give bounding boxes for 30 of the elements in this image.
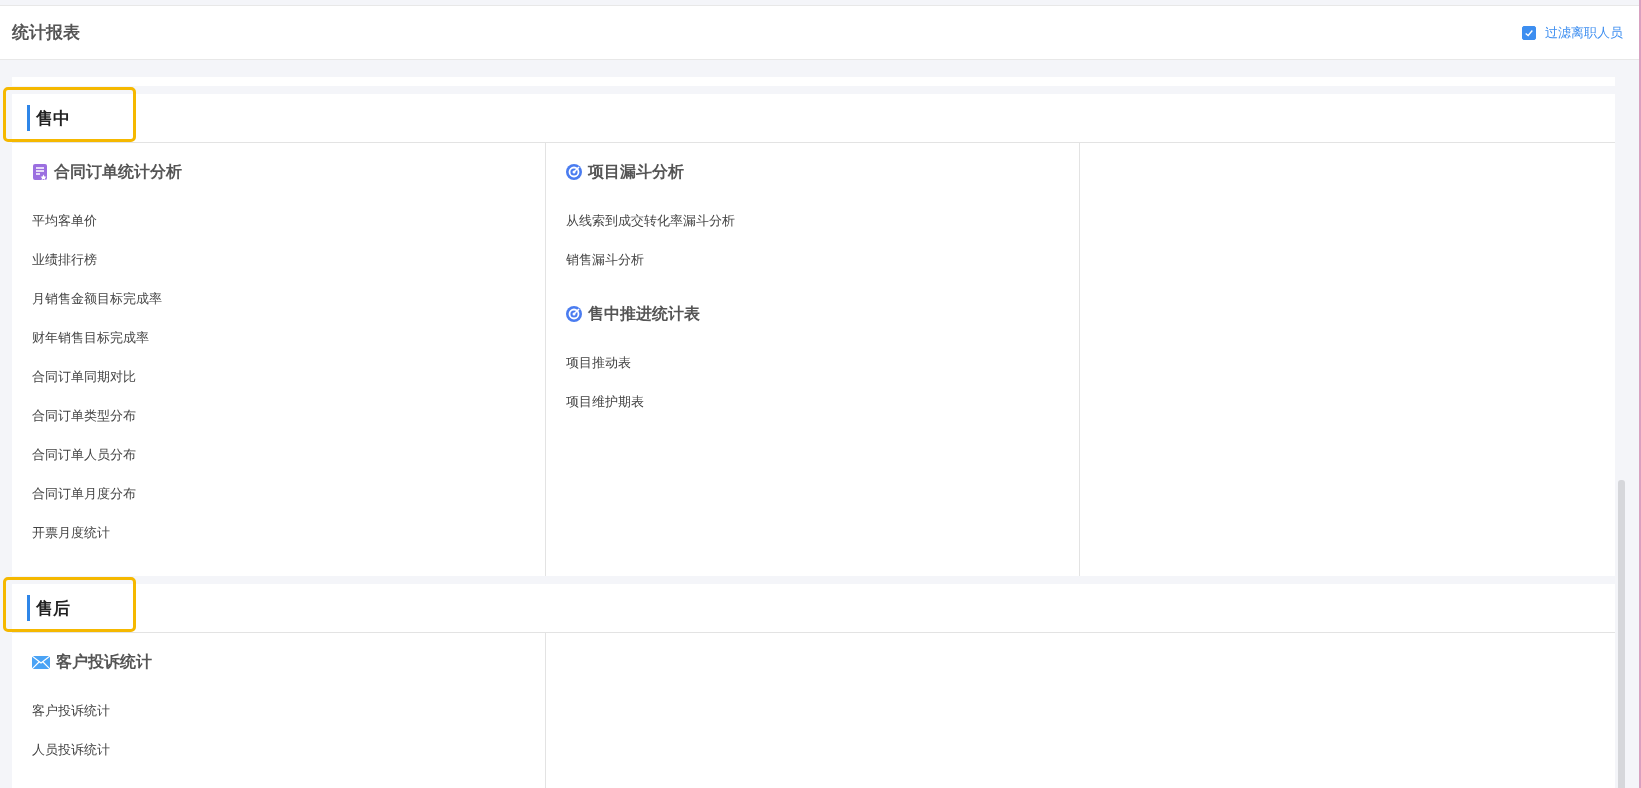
report-link[interactable]: 合同订单月度分布: [32, 474, 136, 513]
mail-icon: [32, 655, 50, 669]
filter-checkbox[interactable]: 过滤离职人员: [1522, 23, 1623, 42]
report-link[interactable]: 销售漏斗分析: [566, 240, 644, 279]
report-link[interactable]: 月销售金额目标完成率: [32, 279, 162, 318]
report-link[interactable]: 项目推动表: [566, 343, 631, 382]
target-icon: [566, 164, 582, 180]
report-link[interactable]: 从线索到成交转化率漏斗分析: [566, 201, 735, 240]
group-title: 项目漏斗分析: [588, 161, 684, 183]
report-link[interactable]: 人员投诉统计: [32, 730, 110, 769]
page-title: 统计报表: [12, 21, 80, 44]
group-title: 合同订单统计分析: [54, 161, 182, 183]
report-link[interactable]: 合同订单人员分布: [32, 435, 136, 474]
report-link[interactable]: 开票月度统计: [32, 513, 110, 552]
report-link[interactable]: 项目维护期表: [566, 382, 644, 421]
group-title: 售中推进统计表: [588, 303, 700, 325]
group-title: 客户投诉统计: [56, 651, 152, 673]
scrollbar[interactable]: [1618, 480, 1625, 788]
check-icon: [1524, 27, 1534, 38]
report-link[interactable]: 客户投诉统计: [32, 691, 110, 730]
report-link[interactable]: 平均客单价: [32, 201, 97, 240]
section-title: 售中: [36, 106, 70, 130]
report-link[interactable]: 合同订单类型分布: [32, 396, 136, 435]
report-link[interactable]: 财年销售目标完成率: [32, 318, 149, 357]
target-icon: [566, 306, 582, 322]
checkbox[interactable]: [1522, 25, 1536, 40]
report-link[interactable]: 合同订单同期对比: [32, 357, 136, 396]
report-link[interactable]: 业绩排行榜: [32, 240, 97, 279]
section-title: 售后: [36, 596, 70, 620]
document-icon: [32, 164, 48, 180]
